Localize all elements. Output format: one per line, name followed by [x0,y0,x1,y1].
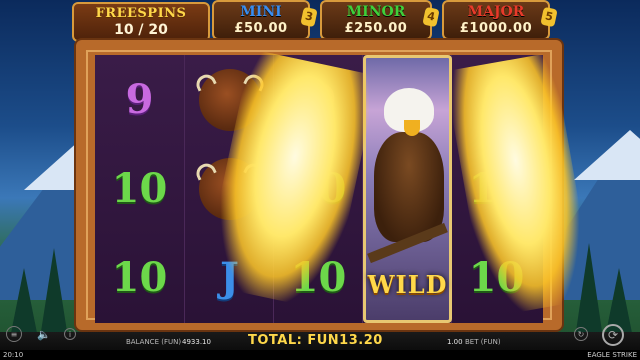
reel-1: 9 10 10 [95,55,184,323]
wild-label: WILD [367,270,448,299]
jackpot-minor-value: £250.00 [344,21,408,36]
menu-icon[interactable]: ≡ [6,326,22,342]
freespins-label: FREESPINS [95,6,187,21]
jackpot-major-value: £1000.00 [459,21,533,36]
freespins-counter: FREESPINS 10 / 20 [72,2,210,42]
jackpot-major: MAJOR £1000.00 5 [442,0,558,40]
pine-tree [40,248,68,338]
autoplay-icon[interactable]: ↻ [574,327,588,341]
sound-icon[interactable]: 🔈 [36,326,52,342]
jackpot-mini-value: £50.00 [234,21,288,36]
freespins-count: 10 / 20 [114,22,168,38]
total-win: TOTAL: FUN13.20 [248,333,383,348]
symbol-10: 10 [111,165,168,212]
bet-label: BET (FUN) [465,338,501,346]
game-name: EAGLE STRIKE [587,351,637,359]
bet-value: 1.00 [447,338,463,346]
jackpot-minor: MINOR £250.00 4 [320,0,440,40]
eagle-beak [404,120,420,136]
spin-icon[interactable]: ⟳ [602,324,624,346]
info-icon[interactable]: i [64,328,76,340]
jackpot-mini: MINI £50.00 3 [212,0,318,40]
clock: 20:10 [3,351,24,359]
symbol-10: 10 [111,254,168,301]
total-label: TOTAL: [248,333,303,348]
jackpot-minor-name: MINOR [346,4,406,20]
balance-value: 4933.10 [182,338,211,346]
total-value: FUN13.20 [307,333,383,348]
symbol-9: 9 [125,76,154,123]
balance-label: BALANCE (FUN) [126,338,182,346]
eagle-body [374,132,444,242]
mountain-snow [574,130,640,180]
jackpot-major-name: MAJOR [467,4,525,20]
jackpot-mini-name: MINI [240,4,282,20]
status-bar [0,350,640,360]
